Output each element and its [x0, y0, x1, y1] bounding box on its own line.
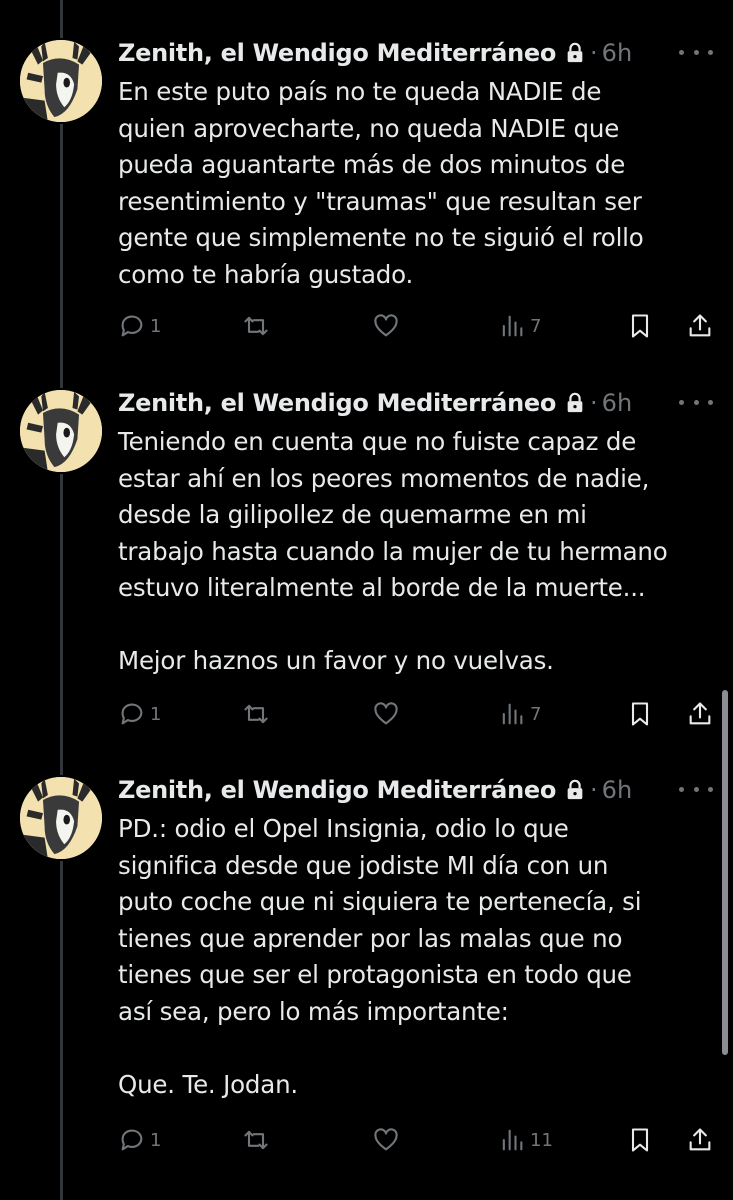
like-button[interactable]: [372, 697, 400, 731]
tweet-text: Teniendo en cuenta que no fuiste capaz d…: [118, 427, 668, 675]
thread-line: [60, 0, 63, 1200]
lock-icon: [567, 42, 583, 63]
like-button[interactable]: [372, 1123, 400, 1157]
more-options-icon[interactable]: [679, 42, 713, 62]
views-icon: [502, 703, 523, 725]
wendigo-deer-skull-avatar-icon: [20, 390, 102, 472]
author-name[interactable]: Zenith, el Wendigo Mediterráneo: [118, 776, 556, 804]
wendigo-deer-skull-avatar-icon: [20, 777, 102, 859]
like-button[interactable]: [372, 309, 400, 343]
reply-button[interactable]: 1: [118, 1123, 161, 1157]
tweet-actions: 1 11: [118, 1123, 718, 1157]
views-count: 7: [530, 315, 542, 337]
reply-button[interactable]: 1: [118, 697, 161, 731]
bookmark-icon: [631, 702, 649, 726]
retweet-icon: [244, 316, 268, 336]
reply-count: 1: [150, 1129, 162, 1151]
reply-icon: [121, 315, 143, 337]
views-count: 11: [530, 1129, 553, 1151]
scrollbar[interactable]: [722, 690, 728, 1055]
share-button[interactable]: [686, 697, 714, 731]
lock-icon: [567, 392, 583, 413]
avatar[interactable]: [18, 775, 104, 861]
reply-icon: [121, 703, 143, 725]
timestamp[interactable]: 6h: [602, 776, 632, 804]
wendigo-deer-skull-avatar-icon: [20, 40, 102, 122]
separator: ·: [590, 776, 598, 804]
views-button[interactable]: 11: [498, 1123, 553, 1157]
author-name[interactable]: Zenith, el Wendigo Mediterráneo: [118, 39, 556, 67]
retweet-icon: [244, 1130, 268, 1150]
views-icon: [502, 315, 523, 337]
bookmark-button[interactable]: [626, 697, 654, 731]
timestamp[interactable]: 6h: [602, 389, 632, 417]
retweet-button[interactable]: [242, 1123, 270, 1157]
views-button[interactable]: 7: [498, 697, 541, 731]
bookmark-icon: [631, 314, 649, 338]
share-icon: [689, 1128, 711, 1151]
like-icon: [374, 702, 398, 725]
separator: ·: [590, 39, 598, 67]
share-button[interactable]: [686, 1123, 714, 1157]
retweet-icon: [244, 704, 268, 724]
timestamp[interactable]: 6h: [602, 39, 632, 67]
share-button[interactable]: [686, 309, 714, 343]
bookmark-icon: [631, 1128, 649, 1152]
tweet-text: En este puto país no te queda NADIE de q…: [118, 77, 644, 289]
retweet-button[interactable]: [242, 309, 270, 343]
tweet-actions: 1 7: [118, 697, 718, 731]
share-icon: [689, 702, 711, 725]
reply-count: 1: [150, 315, 162, 337]
like-icon: [374, 1128, 398, 1151]
reply-button[interactable]: 1: [118, 309, 161, 343]
avatar[interactable]: [18, 38, 104, 124]
tweet-header: Zenith, el Wendigo Mediterráneo · 6h: [118, 388, 632, 418]
tweet-text: PD.: odio el Opel Insignia, odio lo que …: [118, 814, 642, 1099]
reply-icon: [121, 1129, 143, 1151]
avatar[interactable]: [18, 388, 104, 474]
tweet-header: Zenith, el Wendigo Mediterráneo · 6h: [118, 775, 632, 805]
more-options-icon[interactable]: [679, 392, 713, 412]
more-options-icon[interactable]: [679, 779, 713, 799]
views-icon: [502, 1129, 523, 1151]
retweet-button[interactable]: [242, 697, 270, 731]
tweet-header: Zenith, el Wendigo Mediterráneo · 6h: [118, 38, 632, 68]
views-count: 7: [530, 703, 542, 725]
bookmark-button[interactable]: [626, 1123, 654, 1157]
bookmark-button[interactable]: [626, 309, 654, 343]
author-name[interactable]: Zenith, el Wendigo Mediterráneo: [118, 389, 556, 417]
like-icon: [374, 314, 398, 337]
views-button[interactable]: 7: [498, 309, 541, 343]
lock-icon: [567, 779, 583, 800]
reply-count: 1: [150, 703, 162, 725]
share-icon: [689, 314, 711, 337]
separator: ·: [590, 389, 598, 417]
tweet-actions: 1 7: [118, 309, 718, 343]
